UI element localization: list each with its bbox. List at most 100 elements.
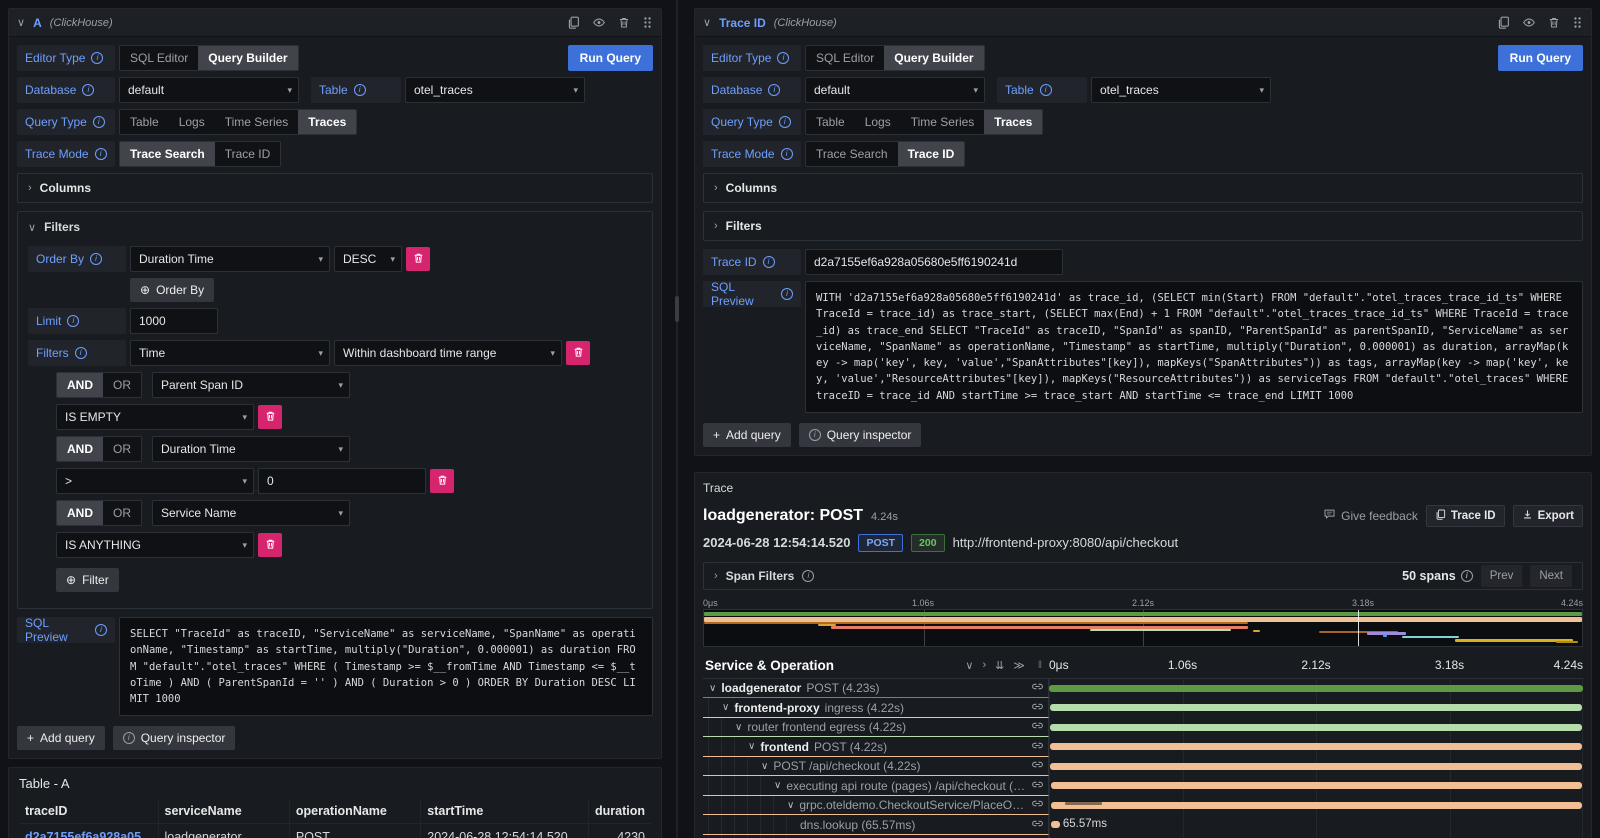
time-filter-value-select[interactable]: Within dashboard time range▾ xyxy=(334,340,562,366)
span-link-icon[interactable] xyxy=(1031,758,1048,774)
column-header-startTime[interactable]: startTime xyxy=(421,799,589,824)
span-duration-bar[interactable] xyxy=(1050,724,1582,731)
option-table[interactable]: Table xyxy=(120,110,169,134)
remove-filter-button[interactable] xyxy=(430,469,454,493)
info-icon[interactable]: i xyxy=(95,148,107,160)
option-time-series[interactable]: Time Series xyxy=(215,110,299,134)
span-name-cell[interactable]: ∨grpc.oteldemo.CheckoutService/PlaceOrde… xyxy=(703,796,1049,816)
filter-field-select[interactable]: Parent Span ID▾ xyxy=(152,372,350,398)
chevron-down-icon[interactable]: ∨ xyxy=(735,722,742,733)
span-name-cell[interactable]: ∨executing api route (pages) /api/checko… xyxy=(703,776,1049,796)
span-filters-label[interactable]: Span Filters xyxy=(726,569,795,583)
chevron-down-icon[interactable]: ∨ xyxy=(722,702,729,713)
span-duration-bar[interactable] xyxy=(1051,802,1581,809)
span-bar-cell[interactable] xyxy=(1049,698,1583,718)
collapse-chevron-icon[interactable]: ∨ xyxy=(703,16,711,29)
column-resize-handle[interactable]: ‖ xyxy=(1038,660,1042,671)
option-traces[interactable]: Traces xyxy=(984,110,1042,134)
option-or[interactable]: OR xyxy=(103,437,141,461)
next-span-button[interactable]: Next xyxy=(1530,565,1572,587)
span-duration-bar[interactable] xyxy=(1051,821,1059,828)
span-bar-cell[interactable] xyxy=(1049,796,1583,816)
filter-field-select[interactable]: Duration Time▾ xyxy=(152,436,350,462)
trash-icon[interactable] xyxy=(618,16,630,29)
span-name-cell[interactable]: ∨frontend-proxyingress (4.22s) xyxy=(703,698,1049,718)
table-select[interactable]: otel_traces▾ xyxy=(1091,77,1271,103)
duplicate-icon[interactable] xyxy=(1497,16,1510,29)
span-name-cell[interactable]: dns.lookup (65.57ms) xyxy=(703,815,1049,835)
column-header-serviceName[interactable]: serviceName xyxy=(158,799,289,824)
give-feedback-button[interactable]: Give feedback xyxy=(1323,508,1418,523)
span-duration-bar[interactable] xyxy=(1051,782,1582,789)
option-logs[interactable]: Logs xyxy=(855,110,901,134)
table-select[interactable]: otel_traces▾ xyxy=(405,77,585,103)
option-or[interactable]: OR xyxy=(103,373,141,397)
filter-operator-select[interactable]: IS EMPTY▾ xyxy=(56,404,254,430)
remove-order-by-button[interactable] xyxy=(406,247,430,271)
remove-filter-button[interactable] xyxy=(258,533,282,557)
span-link-icon[interactable] xyxy=(1031,719,1048,735)
column-header-operationName[interactable]: operationName xyxy=(289,799,420,824)
filter-operator-select[interactable]: IS ANYTHING▾ xyxy=(56,532,254,558)
option-query-builder[interactable]: Query Builder xyxy=(198,46,297,70)
order-by-field-select[interactable]: Duration Time▾ xyxy=(130,246,330,272)
add-query-button[interactable]: +Add query xyxy=(703,423,791,447)
info-icon[interactable]: i xyxy=(93,116,105,128)
run-query-button[interactable]: Run Query xyxy=(1498,45,1583,71)
columns-section[interactable]: ›Columns xyxy=(17,173,653,203)
chevron-down-icon[interactable]: ∨ xyxy=(761,761,768,772)
columns-section[interactable]: ›Columns xyxy=(703,173,1583,203)
add-filter-button[interactable]: ⊕Filter xyxy=(56,568,119,592)
trace-minimap[interactable]: 0μs1.06s2.12s3.18s4.24s xyxy=(703,598,1583,647)
span-link-icon[interactable] xyxy=(1031,817,1048,833)
chevron-down-icon[interactable]: ∨ xyxy=(774,780,781,791)
option-sql-editor[interactable]: SQL Editor xyxy=(120,46,198,70)
span-duration-bar[interactable] xyxy=(1050,704,1582,711)
minimap-cursor[interactable] xyxy=(1358,610,1359,646)
trace-id-input[interactable]: d2a7155ef6a928a05680e5ff6190241d xyxy=(805,249,1063,275)
info-icon[interactable]: i xyxy=(781,148,793,160)
trace-id-copy-button[interactable]: Trace ID xyxy=(1426,505,1505,527)
span-bar-cell[interactable] xyxy=(1049,718,1583,738)
option-trace-search[interactable]: Trace Search xyxy=(120,142,215,166)
span-name-cell[interactable]: ∨frontendPOST (4.22s) xyxy=(703,737,1049,757)
add-order-by-button[interactable]: ⊕Order By xyxy=(130,278,214,302)
info-icon[interactable]: i xyxy=(779,116,791,128)
database-select[interactable]: default▾ xyxy=(119,77,299,103)
chevron-down-icon[interactable]: ∨ xyxy=(787,800,794,811)
info-icon[interactable]: i xyxy=(95,624,107,636)
chevron-down-icon[interactable]: ∨ xyxy=(748,741,755,752)
trace-id-link[interactable]: d2a7155ef6a928a05... xyxy=(19,824,158,838)
run-query-button[interactable]: Run Query xyxy=(568,45,653,71)
chevron-right-icon[interactable]: › xyxy=(714,570,718,582)
info-icon[interactable]: i xyxy=(82,84,94,96)
option-trace-id[interactable]: Trace ID xyxy=(898,142,965,166)
span-link-icon[interactable] xyxy=(1031,739,1048,755)
span-link-icon[interactable] xyxy=(1031,778,1048,794)
info-icon[interactable]: i xyxy=(67,315,79,327)
info-icon[interactable]: i xyxy=(91,52,103,64)
chevron-down-icon[interactable]: ∨ xyxy=(709,683,716,694)
span-bar-cell[interactable] xyxy=(1049,679,1583,699)
span-link-icon[interactable] xyxy=(1031,797,1048,813)
query-inspector-button[interactable]: iQuery inspector xyxy=(113,726,236,750)
column-header-traceID[interactable]: traceID xyxy=(19,799,158,824)
info-icon[interactable]: i xyxy=(781,288,793,300)
option-time-series[interactable]: Time Series xyxy=(901,110,985,134)
info-icon[interactable]: i xyxy=(75,347,87,359)
filter-value-input[interactable]: 0 xyxy=(258,468,426,494)
remove-filter-button[interactable] xyxy=(566,341,590,365)
span-duration-bar[interactable] xyxy=(1050,743,1582,750)
trash-icon[interactable] xyxy=(1548,16,1560,29)
eye-icon[interactable] xyxy=(1522,16,1536,29)
span-bar-cell[interactable] xyxy=(1049,757,1583,777)
collapse-chevron-icon[interactable]: ∨ xyxy=(17,16,25,29)
option-and[interactable]: AND xyxy=(57,437,103,461)
export-button[interactable]: Export xyxy=(1513,505,1583,527)
span-link-icon[interactable] xyxy=(1031,700,1048,716)
eye-icon[interactable] xyxy=(592,16,606,29)
info-icon[interactable]: i xyxy=(777,52,789,64)
span-name-cell[interactable]: ∨router frontend egress (4.22s) xyxy=(703,718,1049,738)
expand-one-icon[interactable]: › xyxy=(982,659,986,672)
option-and[interactable]: AND xyxy=(57,373,103,397)
